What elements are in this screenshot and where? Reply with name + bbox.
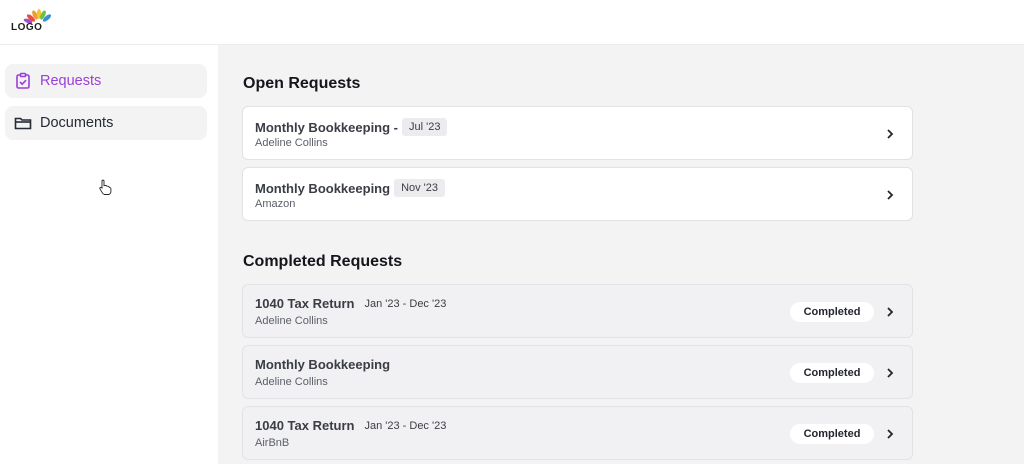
request-date-tag: Jul '23: [402, 118, 448, 136]
request-client: AirBnB: [255, 437, 290, 449]
request-title: Monthly Bookkeeping: [255, 180, 391, 196]
completed-requests-heading: Completed Requests: [243, 253, 403, 270]
sidebar-item-label: Documents: [40, 115, 114, 131]
open-requests-heading: Open Requests: [243, 75, 361, 92]
request-period: Jan '23 - Dec '23: [364, 297, 447, 310]
request-title: 1040 Tax Return: [255, 296, 355, 311]
request-period: Jan '23 - Dec '23: [364, 419, 447, 432]
status-badge: Completed: [790, 424, 874, 444]
clipboard-check-icon: [13, 71, 33, 91]
request-title: Monthly Bookkeeping -: [255, 119, 398, 135]
main-content: Open Requests Monthly Bookkeeping - Jul …: [218, 45, 1024, 464]
top-bar: LOGO: [0, 0, 1024, 45]
chevron-right-icon[interactable]: [884, 367, 896, 379]
chevron-right-icon[interactable]: [884, 128, 896, 140]
chevron-right-icon[interactable]: [884, 306, 896, 318]
request-client: Adeline Collins: [255, 137, 328, 149]
status-badge: Completed: [790, 363, 874, 383]
request-title: 1040 Tax Return: [255, 418, 355, 433]
open-request-card[interactable]: Monthly Bookkeeping Nov '23 Amazon: [242, 167, 913, 221]
sidebar-item-requests[interactable]: Requests: [5, 64, 207, 98]
completed-request-card[interactable]: 1040 Tax Return Jan '23 - Dec '23 AirBnB…: [242, 406, 913, 460]
completed-request-card[interactable]: 1040 Tax Return Jan '23 - Dec '23 Adelin…: [242, 284, 913, 338]
logo[interactable]: LOGO: [11, 8, 59, 36]
open-request-card[interactable]: Monthly Bookkeeping - Jul '23 Adeline Co…: [242, 106, 913, 160]
hand-cursor-icon: [98, 179, 112, 200]
sidebar: Requests Documents: [0, 45, 218, 464]
sidebar-item-label: Requests: [40, 73, 102, 89]
chevron-right-icon[interactable]: [884, 189, 896, 201]
request-client: Amazon: [255, 198, 296, 210]
sidebar-item-documents[interactable]: Documents: [5, 106, 207, 140]
request-date-tag: Nov '23: [394, 179, 446, 197]
folder-icon: [13, 113, 33, 133]
request-title: Monthly Bookkeeping: [255, 357, 391, 372]
logo-text: LOGO: [11, 22, 43, 33]
request-client: Adeline Collins: [255, 315, 328, 327]
request-client: Adeline Collins: [255, 376, 328, 388]
completed-request-card[interactable]: Monthly Bookkeeping Adeline Collins Comp…: [242, 345, 913, 399]
status-badge: Completed: [790, 302, 874, 322]
chevron-right-icon[interactable]: [884, 428, 896, 440]
